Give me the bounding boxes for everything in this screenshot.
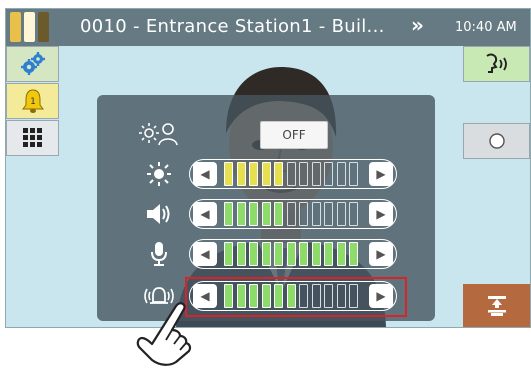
slider-brightness[interactable]: ◀ ▶ [189, 159, 397, 189]
backlight-toggle[interactable]: OFF [260, 121, 328, 149]
sun-icon [139, 159, 179, 189]
double-chevron-right-icon[interactable]: » [411, 13, 424, 37]
microphone-icon [139, 239, 179, 269]
speaker-icon [139, 199, 179, 229]
brightness-level-bar [224, 162, 362, 186]
status-bar-white [24, 12, 35, 42]
level-segment [249, 202, 258, 226]
level-segment [274, 242, 283, 266]
level-segment [324, 162, 333, 186]
door-release-button[interactable] [463, 284, 530, 327]
settings-button[interactable] [6, 46, 59, 82]
level-segment [236, 242, 246, 266]
level-segment [336, 162, 346, 186]
level-segment [286, 162, 296, 186]
bell-badge: 1 [30, 97, 36, 107]
speaker-volume-decrease-button[interactable]: ◀ [193, 202, 217, 226]
level-segment [349, 202, 358, 226]
level-segment [336, 242, 346, 266]
level-segment [299, 162, 308, 186]
level-segment [249, 162, 258, 186]
status-bar-yellow [10, 12, 21, 42]
notification-button[interactable]: 1 [6, 83, 59, 119]
level-segment [311, 202, 321, 226]
level-segment [286, 202, 296, 226]
gears-icon [20, 52, 45, 75]
record-icon [488, 133, 505, 149]
door-release-icon [487, 295, 506, 316]
keypad-button[interactable] [6, 120, 59, 156]
keypad-icon [22, 128, 42, 147]
microphone-volume-increase-button[interactable]: ▶ [369, 242, 393, 266]
bell-icon: 1 [21, 89, 44, 113]
speaker-volume-increase-button[interactable]: ▶ [369, 202, 393, 226]
pointing-hand-icon [136, 302, 192, 366]
speaker-volume-level-bar [224, 202, 362, 226]
level-segment [236, 202, 246, 226]
level-segment [224, 202, 233, 226]
level-segment [249, 242, 258, 266]
level-segment [274, 202, 283, 226]
ring-volume-highlight-frame [185, 277, 407, 317]
backlight-person-icon [139, 119, 179, 149]
top-bar: 0010 - Entrance Station1 - Buil... » 10:… [6, 9, 530, 46]
record-button[interactable] [463, 123, 530, 159]
level-segment [261, 202, 271, 226]
level-segment [261, 162, 271, 186]
level-segment [224, 162, 233, 186]
level-segment [224, 242, 233, 266]
brightness-decrease-button[interactable]: ◀ [193, 162, 217, 186]
microphone-volume-decrease-button[interactable]: ◀ [193, 242, 217, 266]
level-segment [274, 162, 283, 186]
level-segment [349, 162, 358, 186]
talk-voice-icon [485, 53, 507, 73]
level-segment [324, 242, 333, 266]
level-segment [286, 242, 296, 266]
level-segment [299, 242, 308, 266]
slider-microphone-volume[interactable]: ◀ ▶ [189, 239, 397, 269]
microphone-volume-level-bar [224, 242, 362, 266]
clock-label: 10:40 AM [455, 20, 517, 35]
level-segment [349, 242, 358, 266]
talk-button[interactable] [463, 46, 530, 82]
level-segment [261, 242, 271, 266]
level-segment [311, 242, 321, 266]
status-bar-brown [38, 12, 49, 42]
level-segment [324, 202, 333, 226]
level-segment [336, 202, 346, 226]
level-segment [299, 202, 308, 226]
level-segment [236, 162, 246, 186]
intercom-screen: 0010 - Entrance Station1 - Buil... » 10:… [5, 8, 531, 328]
brightness-increase-button[interactable]: ▶ [369, 162, 393, 186]
slider-speaker-volume[interactable]: ◀ ▶ [189, 199, 397, 229]
level-segment [311, 162, 321, 186]
station-title: 0010 - Entrance Station1 - Buil... [80, 16, 385, 37]
